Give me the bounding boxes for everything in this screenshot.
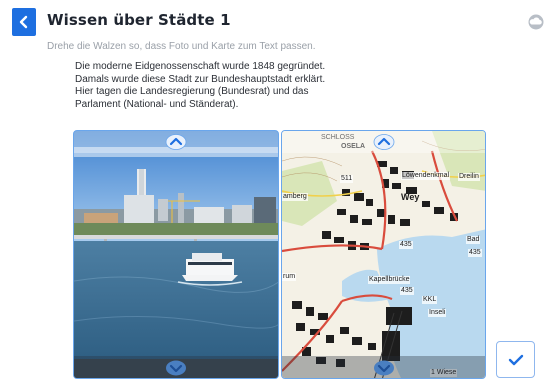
map-label: Löwendenkmal: [401, 172, 451, 180]
photo-reel[interactable]: [73, 130, 279, 379]
map-reel[interactable]: SCHLOSS OSELA 511 Löwendenkmal Dreilin a…: [281, 130, 486, 379]
map-reel-down-button[interactable]: [373, 360, 395, 376]
checkmark-icon: [508, 354, 524, 366]
photo-reel-down-button[interactable]: [165, 360, 187, 376]
photo-reel-up-button[interactable]: [165, 134, 187, 150]
task-line: Hier tagen die Landesregierung (Bundesra…: [75, 86, 309, 97]
task-line: Damals wurde diese Stadt zur Bundeshaupt…: [75, 73, 326, 85]
city-map: [282, 131, 485, 378]
map-label: KKL: [422, 296, 438, 304]
map-label: 435: [399, 241, 413, 249]
map-label: Wey: [401, 192, 420, 202]
cloud-icon[interactable]: [526, 14, 546, 34]
map-label: Bad: [466, 236, 481, 244]
map-label: amberg: [282, 193, 308, 201]
task-line: Parlament (National- und Ständerat).: [75, 98, 239, 110]
map-label: Inseli: [428, 309, 447, 317]
task-text: Die moderne Eidgenossenschaft wurde 1848…: [75, 61, 375, 111]
map-label: 511: [340, 175, 354, 183]
back-button[interactable]: [12, 8, 36, 36]
chevron-left-icon: [19, 15, 28, 29]
task-line: Die moderne Eidgenossenschaft wurde 1848…: [75, 61, 326, 72]
map-label: 435: [400, 287, 414, 295]
city-photo: [74, 131, 278, 378]
map-label: rum: [282, 273, 297, 281]
instruction-text: Drehe die Walzen so, dass Foto und Karte…: [47, 41, 316, 52]
map-label: Kapellbrücke: [368, 276, 411, 284]
page-title: Wissen über Städte 1: [47, 11, 231, 29]
check-answer-button[interactable]: [496, 341, 535, 378]
map-reel-up-button[interactable]: [373, 134, 395, 150]
map-label: Dreilin: [458, 173, 480, 181]
map-label: 435: [468, 249, 482, 257]
